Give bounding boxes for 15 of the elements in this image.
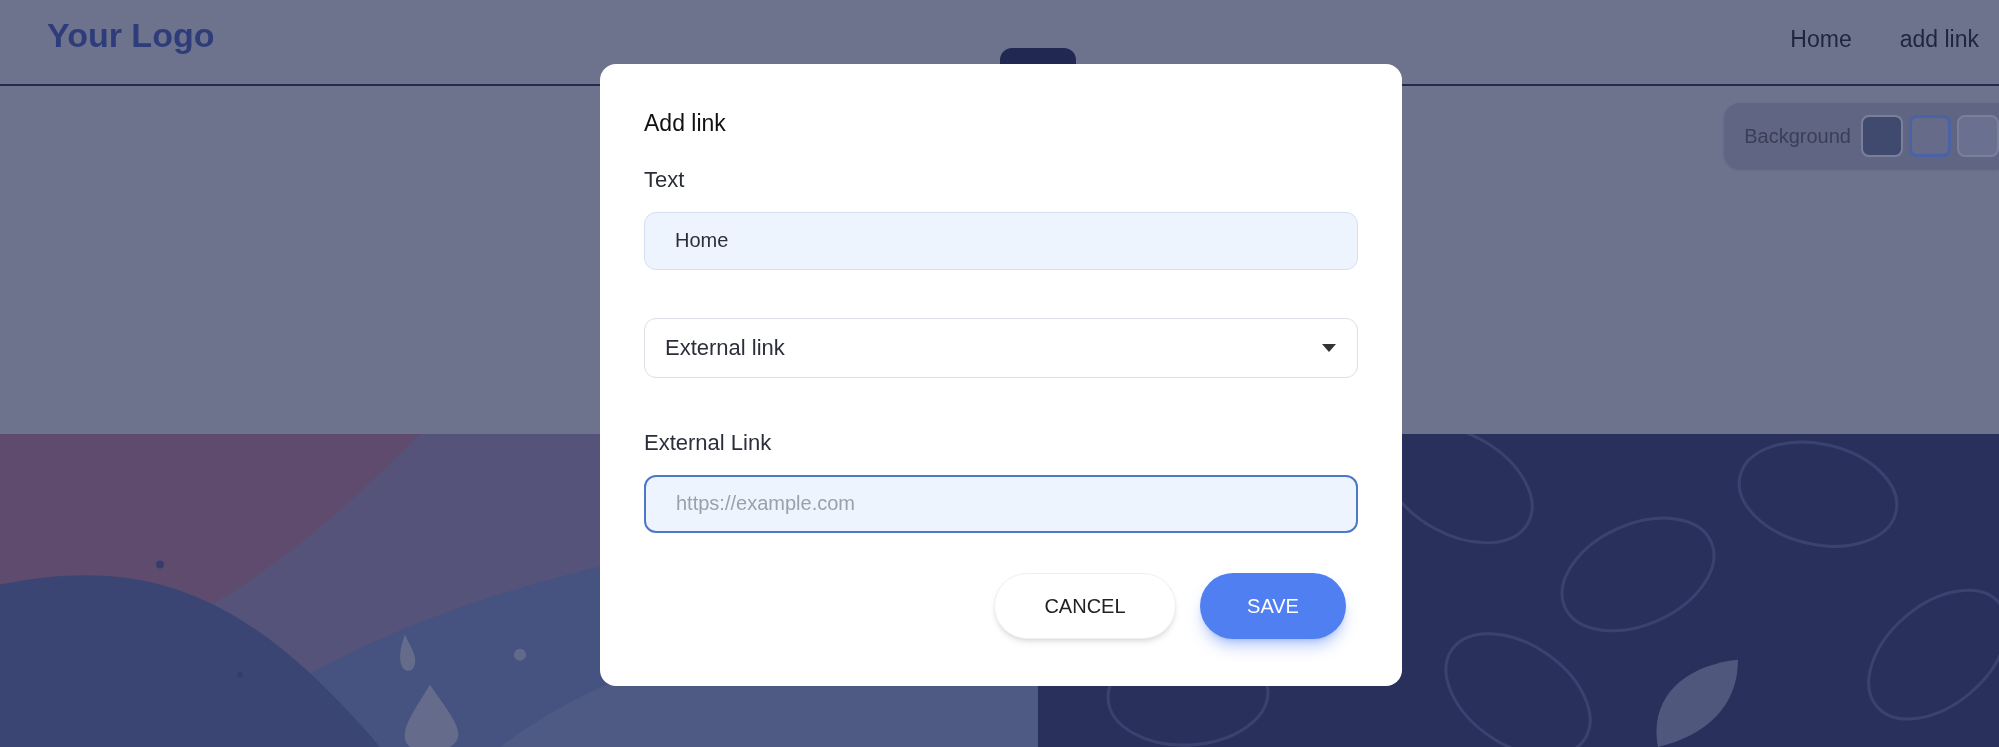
- color-swatch[interactable]: [1861, 115, 1903, 157]
- field-label: Text: [644, 165, 686, 194]
- field-label: External Link: [644, 428, 773, 457]
- color-swatch[interactable]: [1957, 115, 1999, 157]
- color-swatch[interactable]: [1909, 115, 1951, 157]
- cancel-button[interactable]: CANCEL: [994, 572, 1176, 639]
- nav-link[interactable]: Home: [1790, 22, 1852, 57]
- dropdown-arrow-icon: [1321, 342, 1337, 353]
- logo[interactable]: Your Logo: [47, 10, 215, 61]
- text-field[interactable]: https://example.com: [644, 474, 1358, 533]
- save-button[interactable]: SAVE: [1200, 572, 1346, 639]
- nav-link[interactable]: add link: [1899, 22, 1979, 57]
- dialog-title: Add link: [644, 109, 727, 138]
- link-type-select[interactable]: External link: [644, 317, 1358, 378]
- text-field[interactable]: Home: [644, 211, 1358, 270]
